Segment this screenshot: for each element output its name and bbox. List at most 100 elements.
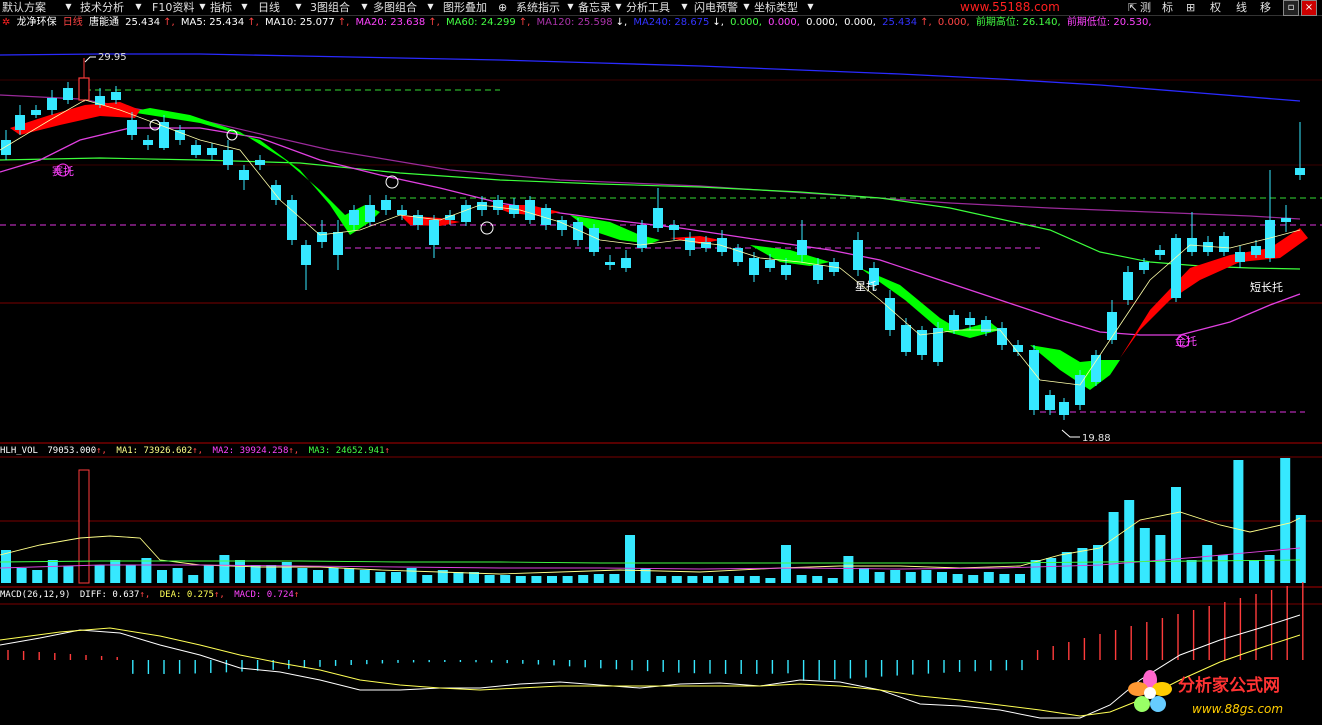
toolbar-item-indicator[interactable]: 指标: [210, 0, 232, 15]
toolbar-item-daily[interactable]: 日线: [258, 0, 280, 15]
candle-body-down: [781, 265, 791, 275]
toolbar-right-rights[interactable]: 权: [1210, 0, 1221, 15]
volume-bar-down: [1171, 487, 1181, 583]
candle-body-down: [1155, 250, 1165, 255]
site-logo: 分析家公式网 www.88gs.com: [1120, 665, 1320, 721]
dropdown-arrow-icon[interactable]: ▼: [680, 0, 689, 14]
candle-body-down: [1045, 395, 1055, 410]
volume-bar-down: [609, 574, 620, 583]
price-chart[interactable]: 29.95 19.88 星托 短长托 金托 赛托: [0, 0, 1322, 723]
candle-body-down: [207, 148, 217, 155]
candle-body-down: [301, 245, 311, 265]
toolbar-item-3chart[interactable]: 3图组合: [310, 0, 350, 15]
candle-body-down: [1091, 355, 1101, 382]
volume-bar-down: [1, 550, 11, 583]
volume-bar-down: [1280, 458, 1291, 583]
grid-icon[interactable]: ⊞: [1186, 0, 1195, 15]
vol-ma3-value: MA3: 24652.941: [308, 446, 385, 456]
volume-bar-down: [734, 576, 745, 583]
dropdown-arrow-icon[interactable]: ▼: [64, 0, 73, 14]
toolbar-item-f10[interactable]: F10资料: [152, 0, 194, 15]
dropdown-arrow-icon[interactable]: ▼: [294, 0, 303, 14]
candle-body-down: [949, 315, 959, 330]
candle-body-down: [653, 208, 663, 228]
volume-bar-down: [1046, 558, 1057, 583]
candle-body-down: [493, 200, 503, 210]
toolbar-item-axis[interactable]: 坐标类型: [754, 0, 798, 15]
toolbar-right-line[interactable]: 线: [1236, 0, 1247, 15]
toolbar-item-overlay[interactable]: 图形叠加: [443, 0, 487, 15]
dropdown-arrow-icon[interactable]: ▼: [360, 0, 369, 14]
label-zhongchang: 短长托: [1250, 280, 1283, 294]
toolbar-item-sysindicator[interactable]: 系统指示: [516, 0, 560, 15]
candle-body-down: [31, 110, 41, 115]
candle-body-down: [47, 98, 57, 110]
candle-body-down: [525, 200, 535, 220]
volume-bar-down: [203, 565, 214, 583]
toolbar-item-tech[interactable]: 技术分析: [80, 0, 124, 15]
volume-bar-down: [1295, 515, 1306, 583]
volume-bar-down: [1139, 528, 1150, 583]
volume-bar-down: [1061, 552, 1072, 583]
candle-body-down: [223, 150, 233, 165]
toolbar-item-multichart[interactable]: 多图组合: [373, 0, 417, 15]
toolbar-item-scheme[interactable]: 默认方案: [2, 0, 46, 15]
candle-body-down: [669, 225, 679, 230]
candle-body-down: [885, 298, 895, 330]
volume-bar-down: [1015, 574, 1025, 583]
toolbar-item-tools[interactable]: 分析工具: [626, 0, 670, 15]
volume-bar-down: [157, 570, 167, 583]
candle-body-down: [605, 262, 615, 265]
settings-gear-icon[interactable]: ✲: [2, 17, 10, 28]
candle-body-down: [1059, 402, 1069, 415]
volume-bar-down: [375, 572, 386, 583]
toolbar-right-move[interactable]: 移: [1260, 0, 1271, 15]
volume-bar-down: [125, 565, 136, 583]
candle-body-down: [127, 120, 137, 135]
candle-body-down: [239, 170, 249, 180]
volume-bar-down: [1233, 460, 1244, 583]
minimize-icon[interactable]: ▫: [1283, 0, 1299, 16]
toolbar-right-mark[interactable]: 标: [1162, 0, 1173, 15]
dropdown-arrow-icon[interactable]: ▼: [806, 0, 815, 14]
candle-body-down: [271, 185, 281, 200]
candle-body-down: [589, 228, 599, 252]
macd-value: MACD: 0.724: [234, 590, 294, 600]
volume-bar-down: [328, 568, 339, 583]
toolbar-item-alert[interactable]: 闪电预警: [694, 0, 738, 15]
toolbar-item-memo[interactable]: 备忘录: [578, 0, 611, 15]
candle-body-down: [965, 318, 975, 325]
dropdown-arrow-icon[interactable]: ▼: [566, 0, 575, 14]
dropdown-arrow-icon[interactable]: ▼: [240, 0, 249, 14]
volume-bar-down: [266, 565, 277, 583]
candle-body-down: [349, 210, 359, 225]
volume-bar-down: [671, 576, 682, 583]
dropdown-arrow-icon[interactable]: ▼: [614, 0, 623, 14]
volume-bar-down: [983, 572, 994, 583]
volume-bar-down: [172, 568, 183, 583]
cursor-icon[interactable]: ⇱: [1128, 0, 1137, 15]
candle-body-down: [1251, 246, 1261, 255]
toolbar-right-measure[interactable]: 测: [1140, 0, 1151, 15]
dropdown-arrow-icon[interactable]: ▼: [198, 0, 207, 14]
label-xinyang: 星托: [855, 279, 877, 293]
prev-low-value: 前期低位: 20.530,: [1066, 17, 1152, 28]
dropdown-arrow-icon[interactable]: ▼: [134, 0, 143, 14]
volume-bar-down: [796, 575, 807, 583]
volume-bar-down: [16, 568, 27, 583]
volume-bar-down: [687, 576, 698, 583]
volume-bar-down: [859, 568, 869, 583]
dropdown-arrow-icon[interactable]: ▼: [742, 0, 751, 14]
vol-value: 79053.000: [47, 446, 97, 456]
diff-value: DIFF: 0.637: [79, 590, 140, 600]
ma240-line: [0, 53, 1301, 102]
candle-body-down: [287, 200, 297, 240]
vol-ma2-value: MA2: 39924.258: [212, 446, 289, 456]
volume-bar-down: [1030, 560, 1041, 583]
dropdown-arrow-icon[interactable]: ▼: [426, 0, 435, 14]
volume-bar-down: [999, 574, 1010, 583]
volume-bar-up: [78, 469, 90, 584]
candle-body-down: [381, 200, 391, 210]
overlay-icon[interactable]: ⊕: [498, 0, 507, 15]
close-icon[interactable]: ×: [1301, 0, 1317, 16]
